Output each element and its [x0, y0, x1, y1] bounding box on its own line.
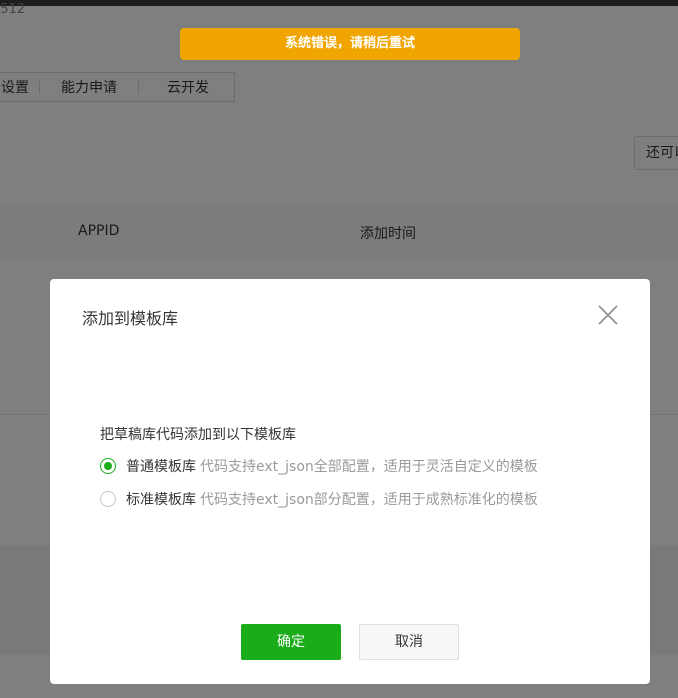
error-toast: 系统错误，请稍后重试	[180, 28, 520, 60]
option-standard-template-library[interactable]: 标准模板库 代码支持ext_json部分配置，适用于成熟标准化的模板	[100, 489, 538, 509]
option-normal-template-library[interactable]: 普通模板库 代码支持ext_json全部配置，适用于灵活自定义的模板	[100, 456, 538, 476]
radio-selected[interactable]	[100, 458, 116, 474]
close-button[interactable]	[596, 303, 620, 327]
option-name: 普通模板库	[126, 459, 196, 475]
cancel-button[interactable]: 取消	[359, 624, 459, 660]
option-name: 标准模板库	[126, 492, 196, 508]
radio-unselected[interactable]	[100, 491, 116, 507]
dialog-title: 添加到模板库	[82, 309, 179, 328]
dialog-prompt: 把草稿库代码添加到以下模板库	[100, 427, 296, 443]
confirm-button[interactable]: 确定	[241, 624, 341, 660]
add-to-template-dialog: 添加到模板库 把草稿库代码添加到以下模板库 普通模板库 代码支持ext_json…	[50, 279, 650, 684]
option-description: 代码支持ext_json部分配置，适用于成熟标准化的模板	[200, 492, 538, 508]
close-icon	[598, 305, 618, 325]
option-description: 代码支持ext_json全部配置，适用于灵活自定义的模板	[200, 459, 538, 475]
